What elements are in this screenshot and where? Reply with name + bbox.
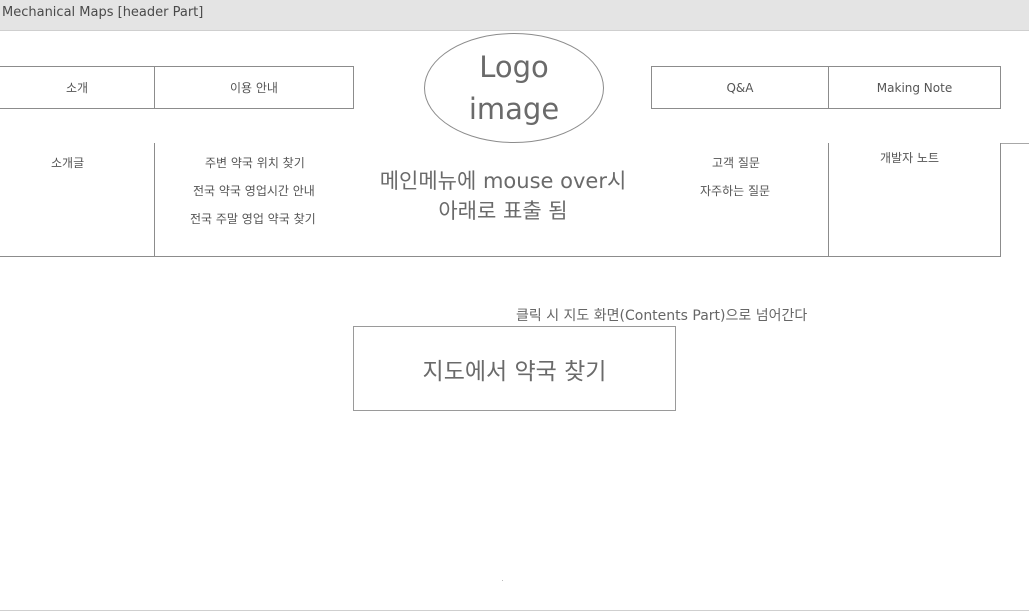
nav-item-guide[interactable]: 이용 안내 xyxy=(154,66,354,109)
submenu-weekend-pharmacy[interactable]: 전국 주말 영업 약국 찾기 xyxy=(190,210,316,227)
find-pharmacy-on-map-button[interactable]: 지도에서 약국 찾기 xyxy=(353,326,676,411)
submenu-intro-text[interactable]: 소개글 xyxy=(51,154,84,171)
nav-item-making-note[interactable]: Making Note xyxy=(828,66,1001,109)
stray-dot xyxy=(502,580,503,581)
title-bar: Mechanical Maps [header Part] xyxy=(0,0,1029,31)
nav-item-making-note-label: Making Note xyxy=(876,80,953,95)
nav-item-intro-label: 소개 xyxy=(65,81,89,95)
find-pharmacy-on-map-label: 지도에서 약국 찾기 xyxy=(422,358,607,385)
submenu-developer-note[interactable]: 개발자 노트 xyxy=(880,149,939,166)
submenu-business-hours[interactable]: 전국 약국 영업시간 안내 xyxy=(193,182,315,199)
click-annotation: 클릭 시 지도 화면(Contents Part)으로 넘어간다 xyxy=(516,308,808,324)
wireframe-page: Mechanical Maps [header Part] 소개 이용 안내 L… xyxy=(0,0,1029,614)
logo-placeholder[interactable]: Logo image xyxy=(424,33,604,143)
nav-item-qna-label: Q&A xyxy=(726,80,754,95)
logo-line-2: image xyxy=(468,92,560,126)
logo-line-1: Logo xyxy=(479,50,549,84)
mouseover-note: 메인메뉴에 mouse over시 아래로 표출 됨 xyxy=(354,166,652,226)
bottom-border xyxy=(0,610,1029,611)
mouseover-note-line-2: 아래로 표출 됨 xyxy=(438,199,568,223)
nav-item-qna[interactable]: Q&A xyxy=(651,66,829,109)
window-title: Mechanical Maps [header Part] xyxy=(2,5,204,20)
mouseover-note-line-1: 메인메뉴에 mouse over시 xyxy=(379,169,627,193)
submenu-faq[interactable]: 자주하는 질문 xyxy=(700,182,770,199)
submenu-customer-question[interactable]: 고객 질문 xyxy=(712,154,760,171)
nav-item-intro[interactable]: 소개 xyxy=(0,66,155,109)
nav-item-guide-label: 이용 안내 xyxy=(230,81,278,95)
submenu-nearby-pharmacy[interactable]: 주변 약국 위치 찾기 xyxy=(205,154,305,171)
